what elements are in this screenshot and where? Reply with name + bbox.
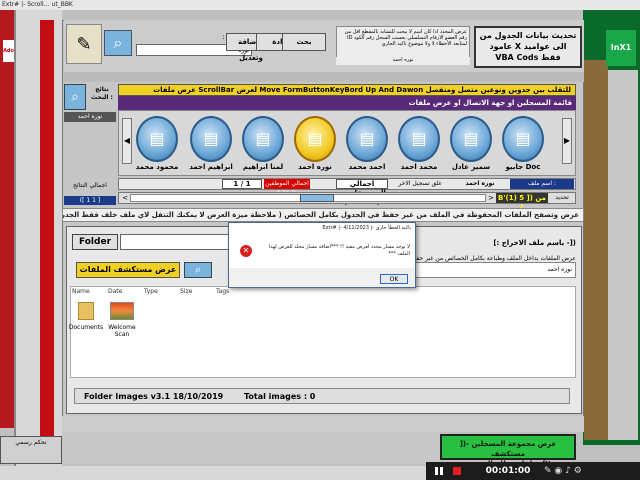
purple-title-bar: قائمة المسجلين او جهة الاتصال او عرض ملف… [118, 96, 576, 110]
scrollbar-thumb[interactable] [300, 194, 334, 202]
contact-label-3: لمنا ابراهيم [242, 163, 284, 171]
browse-files-button[interactable]: عرض مستكشف الملفات [76, 262, 180, 278]
current-name: نوره احمد [465, 180, 495, 187]
dialog-message: لا يوجد مسار مجدد لعرض مقيد !! ***اضافة … [268, 244, 410, 257]
top-note: عرض المحدد اذا كان اسم لا يبحث للتشابه ب… [336, 26, 470, 58]
close-record-button[interactable]: غلق تسجيل الاخر [390, 179, 450, 189]
contact-icon-4[interactable]: ▤ [294, 116, 336, 162]
column-type[interactable]: Type [144, 288, 174, 296]
update-table-button[interactable]: تحديث بيانات الجدول من عامود X الى عوامي… [474, 26, 582, 68]
contact-label-7: سمير عادل [451, 163, 491, 171]
left-red-strip [40, 20, 54, 440]
stop-icon[interactable] [452, 466, 462, 476]
contact-label-8: جابيو Doc [505, 163, 541, 171]
update-line-2: عامود X الى عواميد [489, 42, 567, 51]
scroll-left-arrow[interactable]: < [120, 193, 130, 203]
error-icon: ✕ [240, 245, 252, 257]
file-list-pane[interactable] [70, 286, 576, 378]
file-name: Documents [68, 324, 104, 331]
separator-strip [64, 72, 584, 82]
folder-button[interactable]: Folder [72, 234, 118, 250]
note-bar: عرض وتصفح الملفات المحفوظة في الملف من غ… [62, 208, 584, 222]
image-icon [110, 302, 134, 320]
browse-search-icon[interactable]: ⌕ [184, 262, 212, 278]
contact-label-5: احمد محمد [348, 163, 386, 171]
contact-label-4: نوره احمد [298, 163, 332, 171]
column-size[interactable]: Size [180, 288, 210, 296]
total-employees: اجمالي الموظفين ([ 21 ] [264, 179, 310, 197]
folder-path-field[interactable] [120, 234, 230, 250]
contact-label-6: محمد احمد [400, 163, 438, 171]
groups-total: اجمالي المجموعات ب ( 2x4=8 ) [336, 179, 388, 206]
right-brown-panel [584, 60, 608, 440]
update-line-3: VBA Cods فقط [495, 53, 561, 62]
pen-icon[interactable]: ✎ [544, 466, 552, 476]
search-icon-button[interactable]: ⌕ [104, 30, 132, 56]
total-images-label: Total images : 0 [244, 392, 316, 401]
bottom-strip [62, 416, 584, 432]
ok-button[interactable]: OK [380, 274, 408, 284]
page-counter: 1 / 1 [222, 179, 262, 189]
search-button[interactable]: بحث [282, 33, 326, 51]
green-line-1: عرض مجموعة المسجلين -([ مستكشف [459, 440, 557, 458]
scroll-left-button[interactable]: ◀ [122, 118, 132, 164]
bottom-gray-panel [62, 432, 440, 464]
left-name-field: نوره احمد [64, 112, 116, 122]
window-titlebar: Extr# |- Scroll… ut_BBK [0, 0, 640, 10]
contact-icon-2[interactable]: ▤ [190, 116, 232, 162]
folder-icon [78, 302, 94, 320]
right-gray-panel [608, 70, 638, 440]
output-file-title: ([- باسم ملف الاخراج :] [493, 239, 576, 247]
mic-icon[interactable]: ♪ [565, 466, 571, 476]
file-name-label: اسم ملف : [510, 179, 574, 189]
update-line-1: تحديث بيانات الجدول من [479, 31, 577, 40]
left-search-label: نتائج البحث : [91, 86, 113, 101]
selection-label: تحديد [555, 194, 569, 201]
camera-icon[interactable]: ◉ [554, 466, 562, 476]
recorder-timer: 00:01:00 [485, 466, 531, 476]
file-name: Welcome Scan [108, 324, 136, 338]
contact-icon-8[interactable]: ▤ [502, 116, 544, 162]
version-label: Folder Images v3.1 18/10/2019 [84, 392, 224, 401]
windows-explorer-button[interactable]: عرض مجموعة المسجلين -([ مستكشف ملفات نظا… [440, 434, 576, 468]
file-item[interactable]: Welcome Scan [102, 300, 142, 344]
dialog-title: Extr# |- 4/11/2023 |- ناكيد الخطأ جاري [229, 223, 415, 233]
right-green-tab[interactable]: InX1 [606, 30, 636, 66]
contact-icon-5[interactable]: ▤ [346, 116, 388, 162]
contact-label-2: ابراهيم احمد [189, 163, 233, 171]
contact-label-1: محمود محمد [135, 163, 179, 171]
left-gray-strip [14, 10, 62, 470]
scroll-right-arrow[interactable]: > [486, 193, 496, 203]
selection-count: B'(1) من ([ 5 ] [496, 193, 548, 212]
column-name[interactable]: Name [72, 288, 102, 296]
contact-icon-3[interactable]: ▤ [242, 116, 284, 162]
left-total-count: ([ 1 1 ] [64, 196, 116, 205]
contact-icon-1[interactable]: ▤ [136, 116, 178, 162]
contact-icon-7[interactable]: ▤ [450, 116, 492, 162]
contact-icon-6[interactable]: ▤ [398, 116, 440, 162]
column-date[interactable]: Date [108, 288, 138, 296]
file-item[interactable]: Documents [66, 300, 106, 344]
scroll-right-button[interactable]: ▶ [562, 118, 572, 164]
settings-icon[interactable]: ⚙ [574, 466, 582, 476]
column-tags[interactable]: Tags [216, 288, 246, 296]
recorder-tools[interactable]: ✎ ◉ ♪ ⚙ [544, 462, 640, 480]
left-search-icon[interactable]: ⌕ [64, 84, 86, 110]
yellow-instruction-bar: للتقلب بين جدوين ونوعين متصل ومنفصل Move… [118, 84, 576, 96]
bottom-left-label: تحكم رسمي [0, 436, 62, 464]
pen-logo-icon: ✎ [66, 24, 102, 64]
pause-icon[interactable] [434, 466, 444, 476]
top-note-author: نوره احمد [336, 57, 470, 65]
